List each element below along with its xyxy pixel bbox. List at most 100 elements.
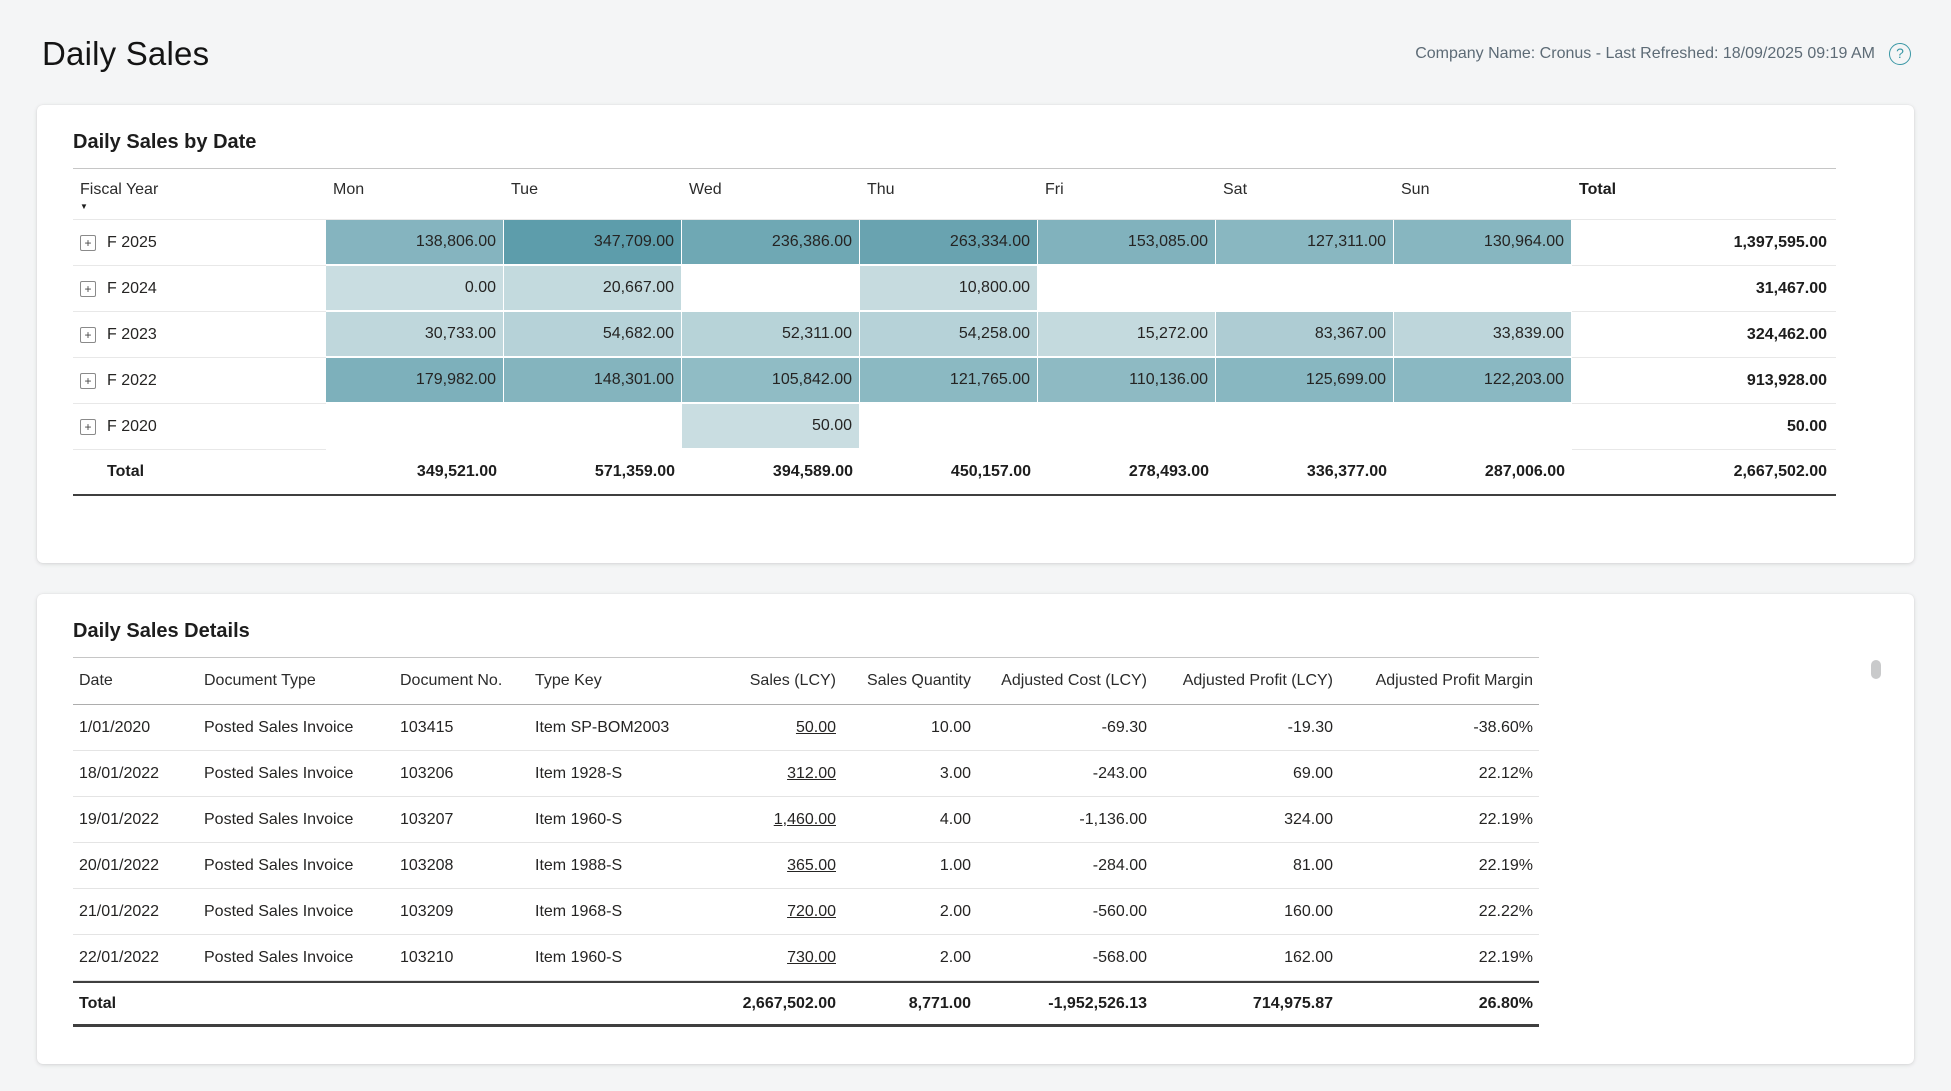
matrix-header-row: Fiscal Year▼MonTueWedThuFriSatSunTotal: [73, 168, 1836, 220]
totals-label-cell: Total: [73, 450, 326, 496]
expand-button[interactable]: +: [80, 327, 96, 343]
details-column-header-4[interactable]: Type Key: [529, 657, 707, 705]
fiscal-year-label: F 2024: [107, 280, 157, 298]
matrix-value-cell[interactable]: [860, 404, 1038, 450]
column-header-sun[interactable]: Sun: [1394, 168, 1572, 220]
matrix-value-cell[interactable]: 179,982.00: [326, 358, 504, 404]
matrix-value-cell[interactable]: [1216, 404, 1394, 450]
details-column-header-5[interactable]: Sales (LCY): [707, 657, 842, 705]
details-cell: 162.00: [1153, 935, 1339, 981]
sales-amount-link[interactable]: 50.00: [796, 719, 836, 736]
table-row: 19/01/2022Posted Sales Invoice103207Item…: [73, 797, 1539, 843]
page-header: Daily Sales Company Name: Cronus - Last …: [0, 0, 1951, 105]
matrix-value-cell[interactable]: 0.00: [326, 266, 504, 312]
matrix-value-cell[interactable]: 121,765.00: [860, 358, 1038, 404]
matrix-value-cell[interactable]: 236,386.00: [682, 220, 860, 266]
details-cell: 50.00: [707, 705, 842, 751]
column-header-thu[interactable]: Thu: [860, 168, 1038, 220]
matrix-value-cell[interactable]: 54,682.00: [504, 312, 682, 358]
row-total-cell: 50.00: [1572, 404, 1836, 450]
matrix-value-cell[interactable]: 105,842.00: [682, 358, 860, 404]
details-cell: -560.00: [977, 889, 1153, 935]
details-cell: Posted Sales Invoice: [198, 843, 394, 889]
matrix-value-cell[interactable]: [1394, 404, 1572, 450]
expand-button[interactable]: +: [80, 419, 96, 435]
matrix-value-cell[interactable]: 50.00: [682, 404, 860, 450]
matrix-value-cell[interactable]: 33,839.00: [1394, 312, 1572, 358]
fiscal-year-label: F 2020: [107, 418, 157, 436]
details-cell: Item 1988-S: [529, 843, 707, 889]
details-column-header-9[interactable]: Adjusted Profit Margin: [1339, 657, 1539, 705]
matrix-value-cell[interactable]: 263,334.00: [860, 220, 1038, 266]
details-column-header-8[interactable]: Adjusted Profit (LCY): [1153, 657, 1339, 705]
fiscal-year-cell: +F 2022: [73, 358, 326, 404]
matrix-value-cell[interactable]: [1038, 404, 1216, 450]
details-column-header-1[interactable]: Date: [73, 657, 198, 705]
matrix-value-cell[interactable]: [504, 404, 682, 450]
matrix-value-cell[interactable]: 52,311.00: [682, 312, 860, 358]
matrix-value-cell[interactable]: 125,699.00: [1216, 358, 1394, 404]
matrix-value-cell[interactable]: 347,709.00: [504, 220, 682, 266]
sales-amount-link[interactable]: 365.00: [787, 857, 836, 874]
sales-amount-link[interactable]: 730.00: [787, 949, 836, 966]
matrix-value-cell[interactable]: 138,806.00: [326, 220, 504, 266]
details-cell: Item 1960-S: [529, 797, 707, 843]
details-cell: 2.00: [842, 889, 977, 935]
sales-amount-link[interactable]: 720.00: [787, 903, 836, 920]
column-header-total[interactable]: Total: [1572, 168, 1836, 220]
details-cell: Item 1968-S: [529, 889, 707, 935]
details-totals-label: Total: [73, 981, 198, 1027]
column-total-cell: 336,377.00: [1216, 450, 1394, 496]
column-header-tue[interactable]: Tue: [504, 168, 682, 220]
matrix-value-cell[interactable]: 20,667.00: [504, 266, 682, 312]
column-header-wed[interactable]: Wed: [682, 168, 860, 220]
matrix-value-cell[interactable]: 30,733.00: [326, 312, 504, 358]
matrix-value-cell[interactable]: 127,311.00: [1216, 220, 1394, 266]
matrix-value-cell[interactable]: 15,272.00: [1038, 312, 1216, 358]
details-column-header-6[interactable]: Sales Quantity: [842, 657, 977, 705]
matrix-value-cell[interactable]: [682, 266, 860, 312]
matrix-value-cell[interactable]: [1216, 266, 1394, 312]
details-cell: -568.00: [977, 935, 1153, 981]
details-column-header-3[interactable]: Document No.: [394, 657, 529, 705]
column-total-cell: 394,589.00: [682, 450, 860, 496]
expand-button[interactable]: +: [80, 281, 96, 297]
matrix-value-cell[interactable]: [326, 404, 504, 450]
matrix-value-cell[interactable]: 153,085.00: [1038, 220, 1216, 266]
fiscal-year-column-header[interactable]: Fiscal Year▼: [73, 168, 326, 220]
details-cell: Item SP-BOM2003: [529, 705, 707, 751]
matrix-value-cell[interactable]: 10,800.00: [860, 266, 1038, 312]
row-total-cell: 31,467.00: [1572, 266, 1836, 312]
details-scrollbar-thumb[interactable]: [1871, 660, 1881, 679]
matrix-value-cell[interactable]: 148,301.00: [504, 358, 682, 404]
details-total-cell: 714,975.87: [1153, 981, 1339, 1027]
matrix-value-cell[interactable]: [1038, 266, 1216, 312]
details-column-header-2[interactable]: Document Type: [198, 657, 394, 705]
sales-amount-link[interactable]: 312.00: [787, 765, 836, 782]
details-cell: 20/01/2022: [73, 843, 198, 889]
help-icon[interactable]: ?: [1889, 43, 1911, 65]
column-header-fri[interactable]: Fri: [1038, 168, 1216, 220]
matrix-value-cell[interactable]: 110,136.00: [1038, 358, 1216, 404]
sales-amount-link[interactable]: 1,460.00: [774, 811, 836, 828]
column-header-mon[interactable]: Mon: [326, 168, 504, 220]
matrix-row: +F 2022179,982.00148,301.00105,842.00121…: [73, 358, 1836, 404]
matrix-value-cell[interactable]: 130,964.00: [1394, 220, 1572, 266]
matrix-value-cell[interactable]: 54,258.00: [860, 312, 1038, 358]
daily-sales-details-card: Daily Sales Details DateDocument TypeDoc…: [37, 594, 1914, 1064]
matrix-value-cell[interactable]: 83,367.00: [1216, 312, 1394, 358]
column-header-sat[interactable]: Sat: [1216, 168, 1394, 220]
details-cell: 81.00: [1153, 843, 1339, 889]
details-cell: Item 1960-S: [529, 935, 707, 981]
details-cell: -19.30: [1153, 705, 1339, 751]
matrix-row: + F 2024 0.0020,667.00 10,800.00 31,467.00: [73, 266, 1836, 312]
details-cell: Posted Sales Invoice: [198, 705, 394, 751]
matrix-value-cell[interactable]: 122,203.00: [1394, 358, 1572, 404]
details-total-cell: 26.80%: [1339, 981, 1539, 1027]
expand-button[interactable]: +: [80, 235, 96, 251]
details-totals-row: Total2,667,502.008,771.00-1,952,526.1371…: [73, 981, 1539, 1027]
matrix-value-cell[interactable]: [1394, 266, 1572, 312]
sort-descending-icon: ▼: [80, 202, 320, 211]
details-column-header-7[interactable]: Adjusted Cost (LCY): [977, 657, 1153, 705]
expand-button[interactable]: +: [80, 373, 96, 389]
